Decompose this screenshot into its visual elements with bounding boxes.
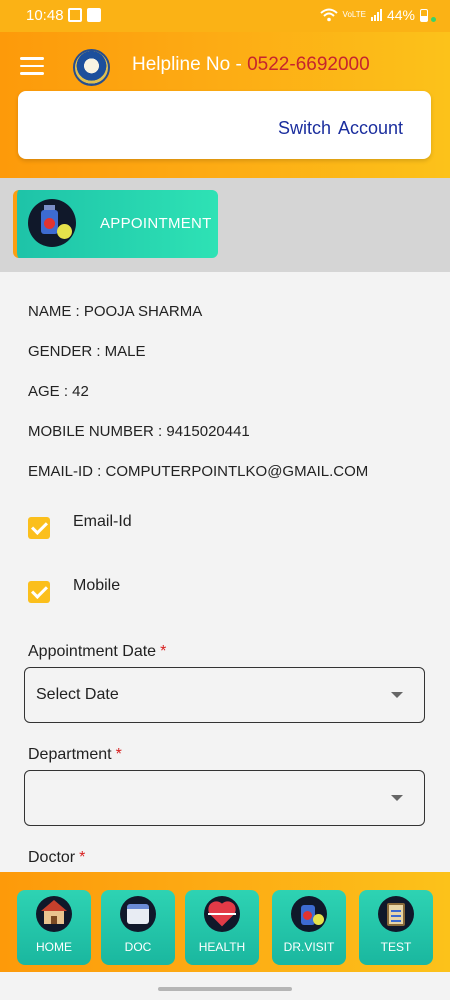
status-right: VoLTE 44% — [319, 7, 436, 23]
tab-appointment[interactable]: APPOINTMENT — [13, 190, 218, 258]
helpline: Helpline No - 0522-6692000 — [132, 54, 370, 76]
appointment-date-value: Select Date — [36, 686, 119, 703]
status-bar: 10:48 VoLTE 44% — [0, 0, 450, 32]
home-icon — [36, 896, 72, 932]
nav-test-label: TEST — [380, 940, 412, 954]
app-notification-icon — [87, 8, 101, 22]
privacy-dot-icon — [431, 16, 436, 22]
hamburger-menu-icon[interactable] — [20, 57, 44, 75]
medicine-icon — [291, 896, 327, 932]
patient-age: AGE : 42 — [28, 383, 89, 400]
tab-strip: APPOINTMENT — [0, 178, 450, 272]
signal-icon — [370, 9, 382, 21]
email-checkbox-label: Email-Id — [73, 513, 132, 530]
notification-icons — [68, 8, 101, 22]
system-nav-area — [0, 972, 450, 1000]
required-mark: * — [115, 746, 122, 763]
gesture-handle[interactable] — [158, 987, 292, 991]
gallery-icon — [68, 8, 82, 22]
volte-label: VoLTE — [342, 10, 366, 19]
email-notify-row: Email-Id — [28, 513, 132, 539]
nav-dr-visit[interactable]: DR.VISIT — [272, 890, 346, 965]
status-time: 10:48 — [26, 7, 64, 24]
mobile-notify-row: Mobile — [28, 577, 120, 603]
nav-doc[interactable]: DOC — [101, 890, 175, 965]
nav-home-label: HOME — [36, 940, 72, 954]
bottom-nav: HOME DOC HEALTH DR.VISIT TEST — [0, 872, 450, 972]
nav-dr-visit-label: DR.VISIT — [283, 940, 335, 954]
helpline-number[interactable]: 0522-6692000 — [247, 54, 370, 75]
mobile-checkbox[interactable] — [28, 581, 50, 603]
doctor-label-text: Doctor — [28, 849, 76, 866]
doctor-label: Doctor * — [28, 849, 85, 867]
appointment-date-label-text: Appointment Date — [28, 643, 157, 660]
required-mark: * — [160, 643, 167, 660]
appointment-date-select[interactable]: Select Date — [24, 667, 425, 723]
appointment-form: NAME : POOJA SHARMA GENDER : MALE AGE : … — [0, 272, 450, 872]
battery-icon — [420, 8, 428, 22]
department-label-text: Department — [28, 746, 112, 763]
heart-icon — [204, 896, 240, 932]
nav-home[interactable]: HOME — [17, 890, 91, 965]
account-card: Switch Account — [18, 91, 431, 159]
department-select[interactable] — [24, 770, 425, 826]
hospital-logo — [73, 49, 110, 86]
clipboard-icon — [378, 896, 414, 932]
chevron-down-icon — [391, 795, 403, 801]
required-mark: * — [79, 849, 86, 866]
app-header: Helpline No - 0522-6692000 Switch Accoun… — [0, 32, 450, 178]
calendar-icon — [120, 896, 156, 932]
nav-doc-label: DOC — [124, 940, 152, 954]
email-checkbox[interactable] — [28, 517, 50, 539]
patient-mobile: MOBILE NUMBER : 9415020441 — [28, 423, 250, 440]
nav-health-label: HEALTH — [198, 940, 246, 954]
nav-health[interactable]: HEALTH — [185, 890, 259, 965]
patient-gender: GENDER : MALE — [28, 343, 146, 360]
nav-test[interactable]: TEST — [359, 890, 433, 965]
patient-email: EMAIL-ID : COMPUTERPOINTLKO@GMAIL.COM — [28, 463, 369, 480]
switch-account-button[interactable]: Switch Account — [278, 118, 403, 139]
department-label: Department * — [28, 746, 122, 764]
tab-appointment-label: APPOINTMENT — [100, 215, 212, 232]
chevron-down-icon — [391, 692, 403, 698]
wifi-icon — [319, 8, 338, 22]
patient-name: NAME : POOJA SHARMA — [28, 303, 203, 320]
medicine-icon — [28, 199, 76, 247]
appointment-date-label: Appointment Date * — [28, 643, 166, 661]
battery-percent: 44% — [386, 7, 415, 23]
helpline-label: Helpline No - — [132, 54, 248, 75]
mobile-checkbox-label: Mobile — [73, 577, 121, 594]
